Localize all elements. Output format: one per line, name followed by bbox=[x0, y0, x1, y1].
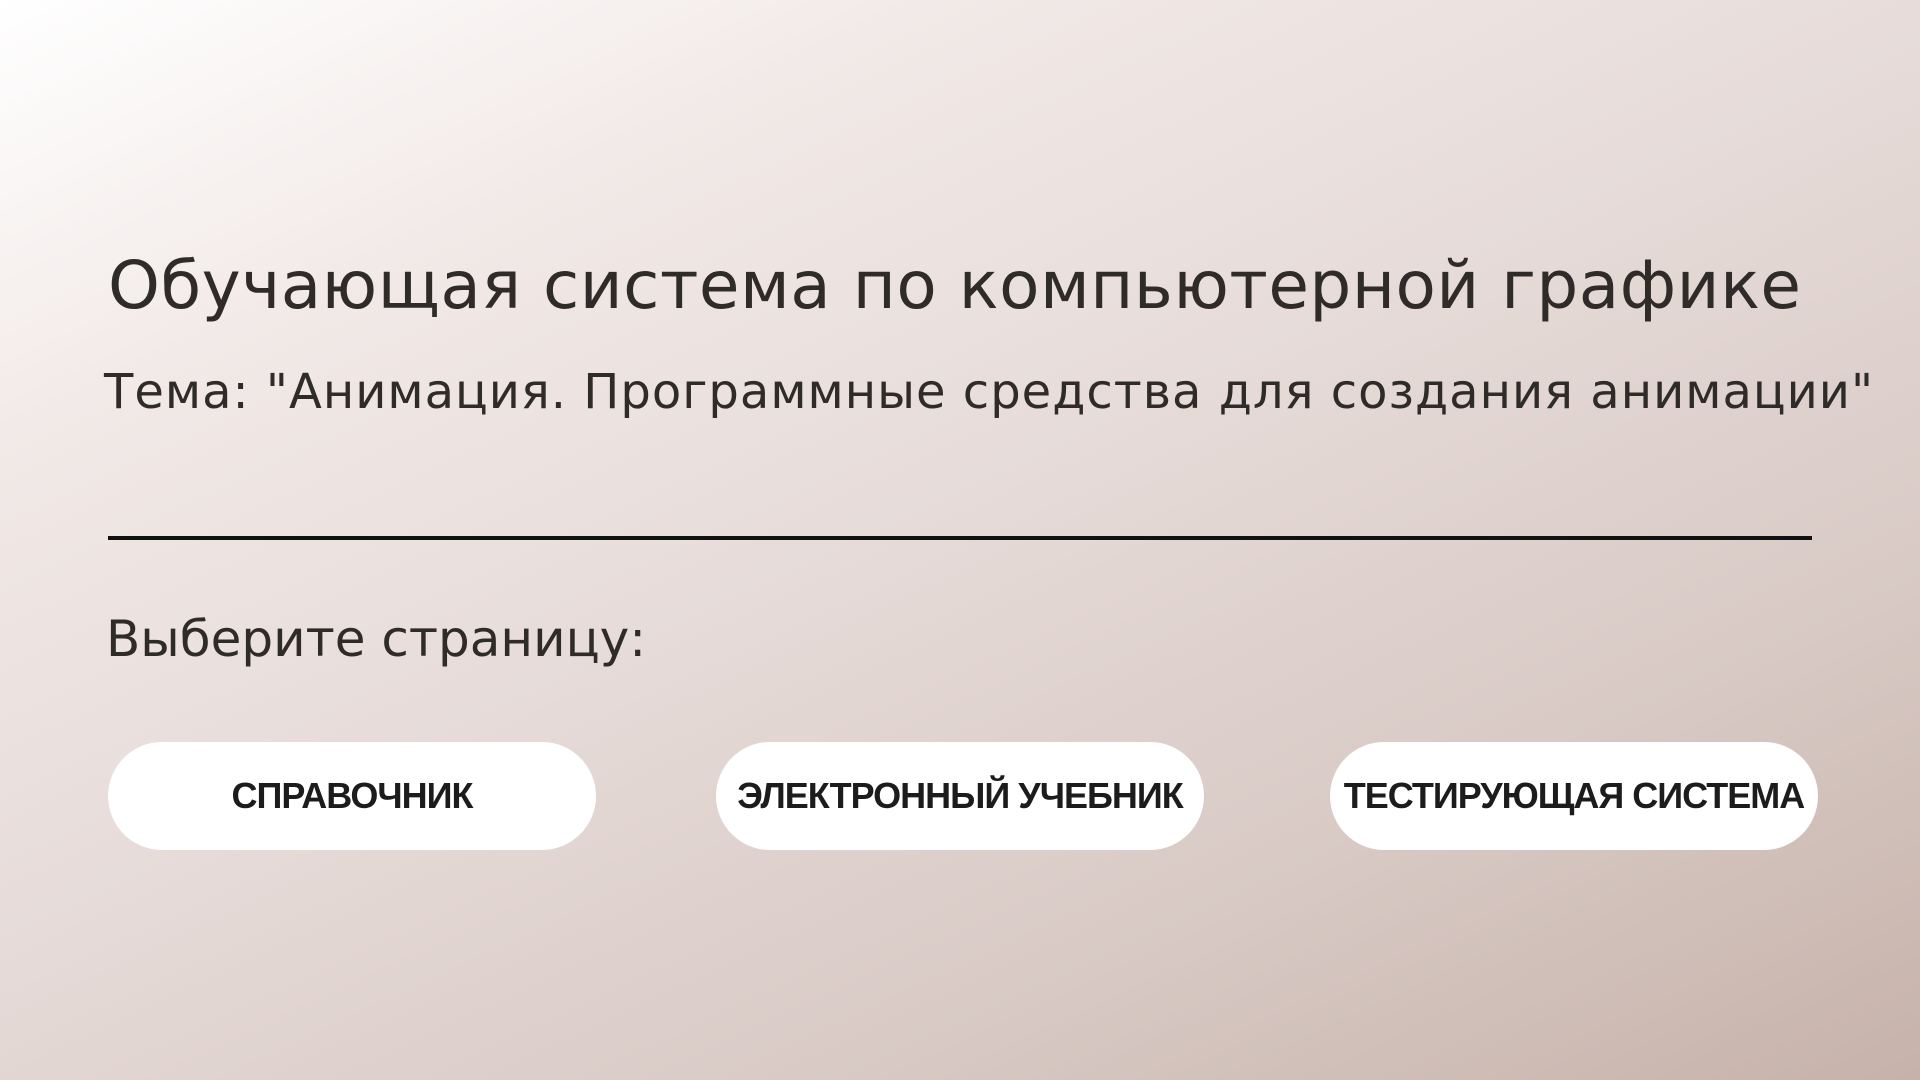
main-page: Обучающая система по компьютерной график… bbox=[0, 0, 1920, 1080]
page-subtitle: Тема: "Анимация. Программные средства дл… bbox=[104, 364, 1875, 420]
page-title: Обучающая система по компьютерной график… bbox=[108, 247, 1802, 324]
testing-system-button[interactable]: ТЕСТИРУЮЩАЯ СИСТЕМА bbox=[1330, 742, 1818, 850]
select-page-prompt: Выберите страницу: bbox=[106, 610, 647, 668]
divider-line bbox=[108, 536, 1812, 540]
reference-button[interactable]: СПРАВОЧНИК bbox=[108, 742, 596, 850]
e-textbook-button[interactable]: ЭЛЕКТРОННЫЙ УЧЕБНИК bbox=[716, 742, 1204, 850]
